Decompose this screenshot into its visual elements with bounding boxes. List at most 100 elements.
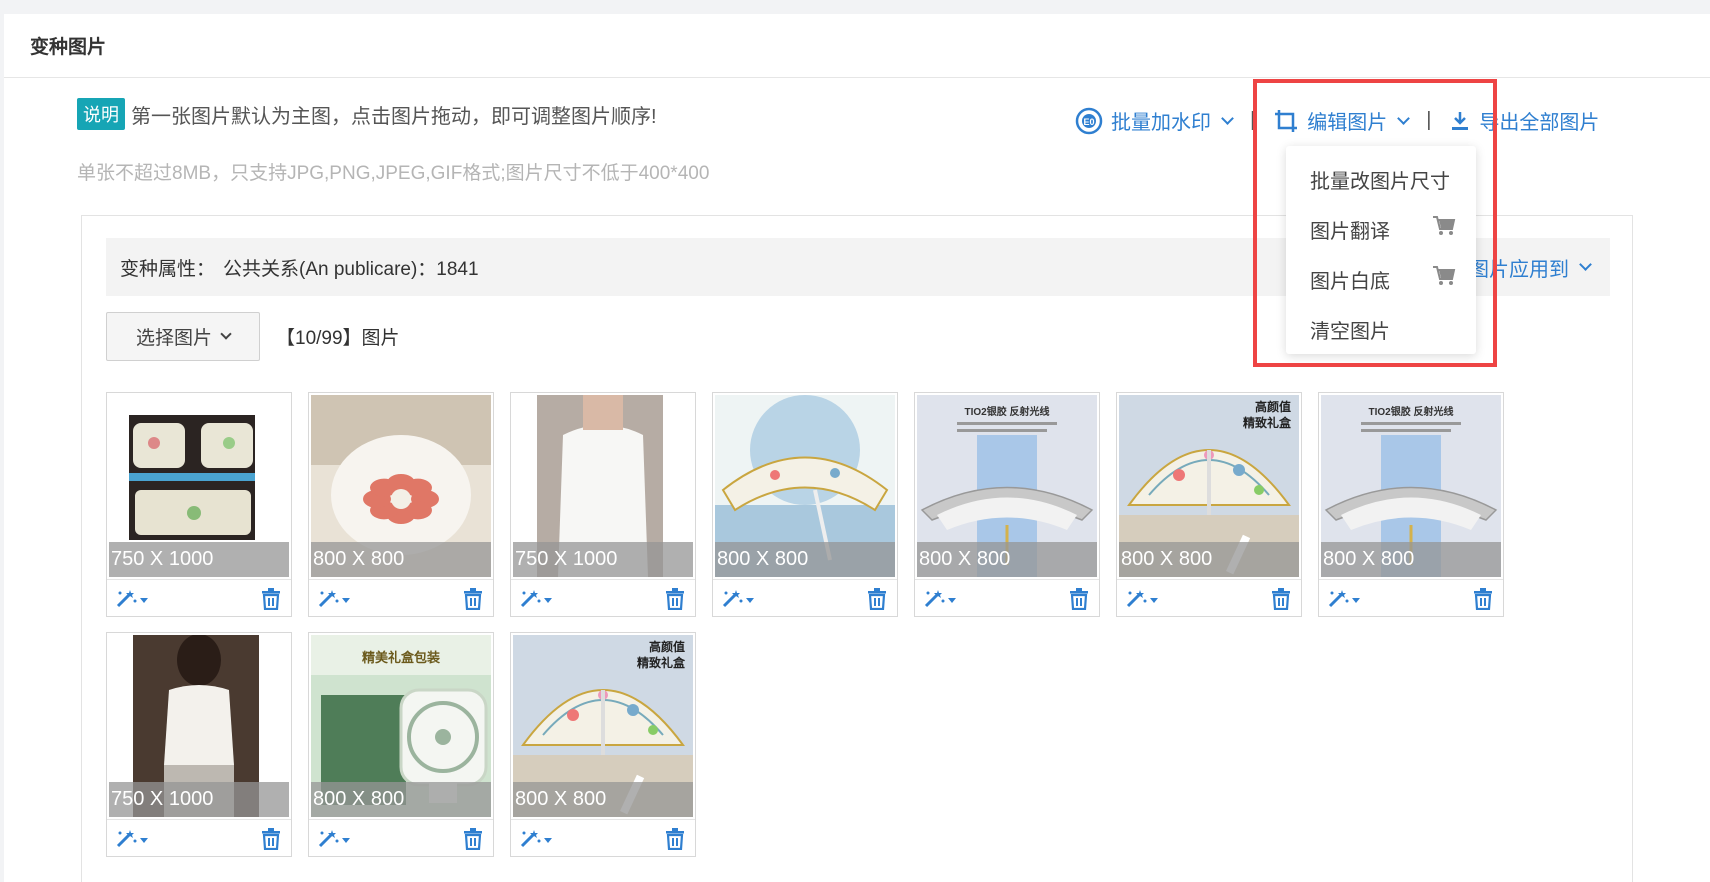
image-actions — [1117, 579, 1301, 618]
svg-text:TIO2银胶 反射光线: TIO2银胶 反射光线 — [964, 405, 1049, 418]
image-card[interactable]: 精美礼盒包装 800 X 800 — [308, 632, 494, 857]
trash-icon[interactable] — [867, 588, 887, 610]
image-card[interactable]: 750 X 1000 — [510, 392, 696, 617]
export-all-images-label: 导出全部图片 — [1479, 112, 1600, 134]
note-text: 第一张图片默认为主图，点击图片拖动，即可调整图片顺序! — [131, 105, 657, 128]
image-card[interactable]: 750 X 1000 — [106, 632, 292, 857]
magic-wand-icon[interactable] — [1125, 589, 1158, 609]
magic-wand-icon[interactable] — [317, 829, 350, 849]
magic-wand-icon[interactable] — [115, 829, 148, 849]
image-size-label: 800 X 800 — [1119, 542, 1299, 577]
magic-wand-icon[interactable] — [317, 589, 350, 609]
trash-icon[interactable] — [463, 828, 483, 850]
edit-images-dropdown: 批量改图片尺寸 图片翻译图片白底清空图片 — [1286, 146, 1476, 354]
svg-text:高颜值: 高颜值 — [649, 639, 685, 654]
svg-text:精致礼盒: 精致礼盒 — [637, 655, 686, 670]
product-image[interactable]: TIO2银胶 反射光线 800 X 800 — [1321, 395, 1501, 577]
image-actions — [107, 579, 291, 618]
trash-icon[interactable] — [261, 828, 281, 850]
magic-wand-icon[interactable] — [519, 829, 552, 849]
image-actions — [107, 819, 291, 858]
image-size-label: 750 X 1000 — [513, 542, 693, 577]
select-images-label: 选择图片 — [135, 328, 212, 349]
image-size-label: 800 X 800 — [1321, 542, 1501, 577]
image-size-label: 800 X 800 — [715, 542, 895, 577]
magic-wand-icon[interactable] — [115, 589, 148, 609]
trash-icon[interactable] — [463, 588, 483, 610]
edit-images-label: 编辑图片 — [1307, 112, 1388, 134]
image-actions — [309, 819, 493, 858]
product-image[interactable]: 800 X 800 — [311, 395, 491, 577]
dropdown-item-label: 清空图片 — [1310, 320, 1390, 343]
product-image[interactable]: 800 X 800 — [715, 395, 895, 577]
product-image[interactable]: 750 X 1000 — [109, 395, 289, 577]
magic-wand-icon[interactable] — [923, 589, 956, 609]
svg-text:精美礼盒包装: 精美礼盒包装 — [362, 650, 440, 665]
chevron-down-icon — [220, 328, 232, 340]
magic-wand-icon[interactable] — [1327, 589, 1360, 609]
batch-watermark-button[interactable]: E0 批量加水印 — [1075, 106, 1234, 135]
product-image[interactable]: 高颜值 精致礼盒 800 X 800 — [513, 635, 693, 817]
trash-icon[interactable] — [261, 588, 281, 610]
cart-icon — [1432, 215, 1456, 243]
select-images-row: 选择图片 【10/99】图片 — [106, 312, 400, 361]
product-image[interactable]: 750 X 1000 — [109, 635, 289, 817]
dropdown-item-label: 批量改图片尺寸 — [1310, 170, 1450, 193]
image-card[interactable]: 高颜值 精致礼盒 800 X 800 — [510, 632, 696, 857]
dropdown-item-label: 图片翻译 — [1310, 220, 1390, 243]
chevron-down-icon — [1221, 111, 1234, 125]
trash-icon[interactable] — [665, 828, 685, 850]
svg-text:高颜值: 高颜值 — [1255, 399, 1291, 414]
trash-icon[interactable] — [1271, 588, 1291, 610]
image-actions — [713, 579, 897, 618]
product-image[interactable]: 高颜值 精致礼盒 800 X 800 — [1119, 395, 1299, 577]
dropdown-item[interactable]: 批量改图片尺寸 — [1286, 154, 1476, 204]
trash-icon[interactable] — [665, 588, 685, 610]
magic-wand-icon[interactable] — [519, 589, 552, 609]
image-toolbar: E0 批量加水印 | 编辑图片 | 导出全部图片 — [1075, 106, 1599, 135]
chevron-down-icon — [1397, 111, 1411, 125]
magic-wand-icon[interactable] — [721, 589, 754, 609]
image-size-label: 750 X 1000 — [109, 542, 289, 577]
image-card[interactable]: 高颜值 精致礼盒 800 X 800 — [1116, 392, 1302, 617]
dropdown-item[interactable]: 清空图片 — [1286, 304, 1476, 354]
trash-icon[interactable] — [1473, 588, 1493, 610]
upload-requirements: 单张不超过8MB，只支持JPG,PNG,JPEG,GIF格式;图片尺寸不低于40… — [77, 163, 710, 184]
svg-text:精致礼盒: 精致礼盒 — [1243, 415, 1292, 430]
edit-images-button[interactable]: 编辑图片 — [1273, 106, 1411, 135]
image-card[interactable]: TIO2银胶 反射光线 800 X 800 — [914, 392, 1100, 617]
panel-title: 变种图片 — [4, 14, 1710, 78]
toolbar-separator: | — [1250, 109, 1256, 131]
product-image[interactable]: 750 X 1000 — [513, 395, 693, 577]
svg-text:E0: E0 — [1083, 117, 1094, 127]
dropdown-item[interactable]: 图片翻译 — [1286, 204, 1476, 254]
apply-images-to-button[interactable]: 图片应用到 — [1469, 238, 1592, 296]
image-actions — [511, 579, 695, 618]
download-icon — [1452, 111, 1469, 130]
image-actions — [309, 579, 493, 618]
image-card[interactable]: 800 X 800 — [308, 392, 494, 617]
export-all-images-button[interactable]: 导出全部图片 — [1449, 106, 1599, 135]
trash-icon[interactable] — [1069, 588, 1089, 610]
select-images-button[interactable]: 选择图片 — [106, 312, 260, 361]
image-actions — [511, 819, 695, 858]
image-size-label: 800 X 800 — [917, 542, 1097, 577]
dropdown-item[interactable]: 图片白底 — [1286, 254, 1476, 304]
dropdown-item-label: 图片白底 — [1310, 270, 1390, 293]
crop-icon — [1275, 109, 1298, 132]
variant-attribute-label: 变种属性： — [120, 258, 216, 280]
toolbar-separator: | — [1426, 109, 1432, 131]
image-card[interactable]: 800 X 800 — [712, 392, 898, 617]
image-card[interactable]: 750 X 1000 — [106, 392, 292, 617]
image-size-label: 750 X 1000 — [109, 782, 289, 817]
chevron-down-icon — [1579, 258, 1592, 271]
svg-text:TIO2银胶 反射光线: TIO2银胶 反射光线 — [1368, 405, 1453, 418]
image-actions — [915, 579, 1099, 618]
image-actions — [1319, 579, 1503, 618]
product-image[interactable]: 精美礼盒包装 800 X 800 — [311, 635, 491, 817]
product-image[interactable]: TIO2银胶 反射光线 800 X 800 — [917, 395, 1097, 577]
note-badge: 说明 — [77, 98, 125, 130]
cart-icon — [1432, 265, 1456, 293]
note-row: 说明 第一张图片默认为主图，点击图片拖动，即可调整图片顺序! — [77, 98, 657, 130]
image-card[interactable]: TIO2银胶 反射光线 800 X 800 — [1318, 392, 1504, 617]
